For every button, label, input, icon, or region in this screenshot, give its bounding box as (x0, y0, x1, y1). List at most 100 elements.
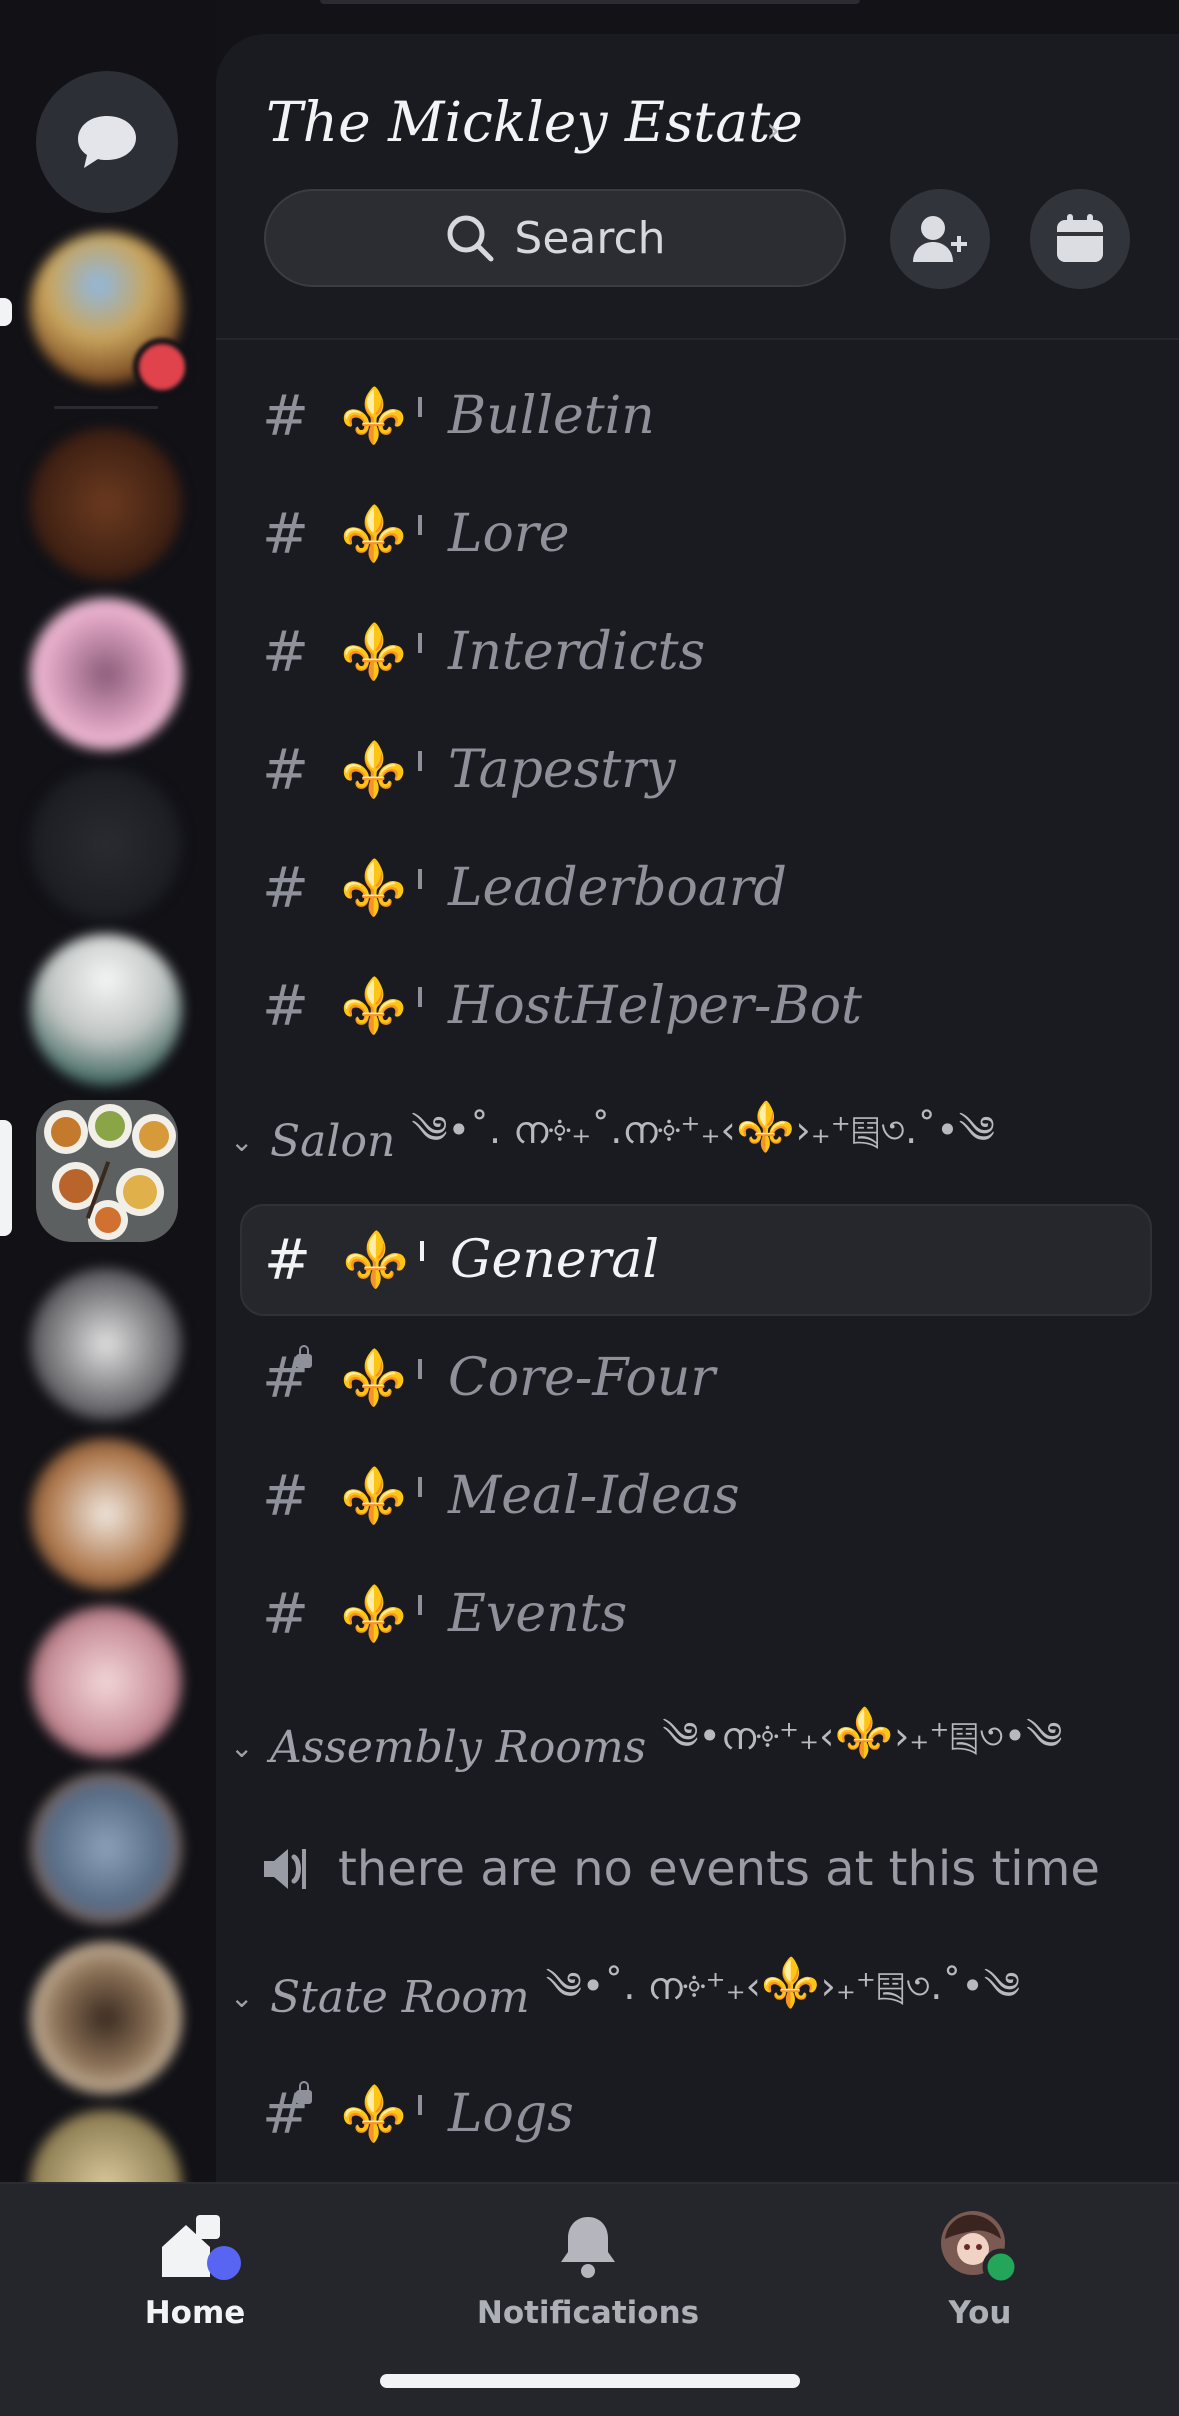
server-icon-selected[interactable] (36, 1100, 178, 1242)
channel-name: Leaderboard (448, 858, 787, 918)
fleur-de-lis-icon: ⚜️ (340, 974, 408, 1037)
hash-icon: # (262, 737, 309, 803)
channel-logs[interactable]: # ⚜️ Logs (240, 2058, 1152, 2170)
tab-home-label: Home (144, 2295, 246, 2331)
channel-name: Meal-Ideas (448, 1466, 740, 1526)
chevron-down-icon: ⌄ (230, 1980, 254, 2014)
separator-tick (418, 987, 422, 1007)
fleur-de-lis-icon: ⚜️ (340, 1582, 408, 1645)
fleur-de-lis-icon: ⚜️ (340, 1464, 408, 1527)
food-bowls-image (36, 1100, 178, 1242)
search-button[interactable]: Search (264, 189, 846, 287)
server-icon-4[interactable] (30, 768, 182, 920)
separator-tick (418, 869, 422, 889)
unread-indicator (0, 298, 12, 326)
fleur-de-lis-icon: ⚜️ (340, 2082, 408, 2145)
channel-panel: The Mickley Estate › Search # ⚜️ Bulleti… (216, 34, 1179, 2182)
channel-tapestry[interactable]: # ⚜️ Tapestry (240, 714, 1152, 826)
decoration-left: ༄•˚. ന༓⁺₊‹ (545, 1963, 761, 2008)
channel-name: Logs (448, 2084, 574, 2144)
events-button[interactable] (1030, 189, 1130, 289)
fleur-de-lis-icon: ⚜️ (340, 856, 408, 919)
home-indicator (380, 2374, 800, 2388)
server-icon-5[interactable] (30, 934, 182, 1086)
invite-members-button[interactable] (890, 189, 990, 289)
category-assembly-rooms[interactable]: ⌄ Assembly Rooms ༄•ന༓⁺₊‹⚜️›₊⁺༕৩•༄ (230, 1705, 1062, 1782)
category-state-room[interactable]: ⌄ State Room ༄•˚. ന༓⁺₊‹⚜️›₊⁺༕৩.˚•༄ (230, 1955, 1021, 2032)
chevron-right-icon: › (766, 110, 781, 151)
server-name[interactable]: The Mickley Estate (266, 90, 803, 154)
no-events-text: there are no events at this time (338, 1841, 1100, 1897)
hash-icon: # (262, 855, 309, 921)
category-decoration: ༄•ന༓⁺₊‹⚜️›₊⁺༕৩•༄ (662, 1694, 1062, 1801)
tab-you[interactable]: You (830, 2209, 1130, 2331)
server-icon-6[interactable] (30, 1268, 182, 1420)
separator-tick (420, 1241, 424, 1261)
muted-stage-icon (264, 1849, 306, 1889)
decoration-left: ༄•˚. ന༓₊˚.ന༓⁺₊‹ (411, 1107, 736, 1152)
separator-tick (418, 1595, 422, 1615)
hash-icon: # (262, 1463, 309, 1529)
separator-tick (418, 515, 422, 535)
fleur-de-lis-icon: ⚜️ (735, 1098, 796, 1155)
selected-server-indicator (0, 1120, 12, 1236)
channel-general[interactable]: # ⚜️ General (240, 1204, 1152, 1316)
server-icon-2[interactable] (30, 428, 182, 580)
add-user-icon (913, 216, 967, 262)
channel-name: Core-Four (448, 1348, 716, 1408)
chevron-down-icon: ⌄ (230, 1730, 254, 1764)
decoration-right: ›₊⁺༕৩•༄ (894, 1713, 1063, 1758)
lock-icon (296, 1344, 312, 1368)
separator-tick (418, 1359, 422, 1379)
no-events-row: there are no events at this time (260, 1829, 1100, 1909)
fleur-de-lis-icon: ⚜️ (834, 1704, 895, 1761)
category-salon[interactable]: ⌄ Salon ༄•˚. ന༓₊˚.ന༓⁺₊‹⚜️›₊⁺༕৩.˚•༄ (230, 1099, 995, 1176)
category-name: Salon (270, 1115, 396, 1167)
hash-icon: # (264, 1227, 311, 1293)
server-rail (0, 0, 215, 2262)
channel-name: HostHelper-Bot (448, 976, 862, 1036)
channel-lore[interactable]: # ⚜️ Lore (240, 478, 1152, 590)
channel-name: General (450, 1230, 660, 1290)
header-divider (216, 338, 1179, 340)
server-icon-8[interactable] (30, 1606, 182, 1758)
channel-leaderboard[interactable]: # ⚜️ Leaderboard (240, 832, 1152, 944)
chevron-down-icon: ⌄ (230, 1124, 254, 1158)
channel-name: Bulletin (448, 386, 655, 446)
server-icon-10[interactable] (30, 1942, 182, 2094)
lock-icon (296, 2080, 312, 2104)
fleur-de-lis-icon: ⚜️ (342, 1228, 410, 1291)
hash-icon: # (262, 1581, 309, 1647)
channel-hosthelper-bot[interactable]: # ⚜️ HostHelper-Bot (240, 950, 1152, 1062)
channel-core-four[interactable]: # ⚜️ Core-Four (240, 1322, 1152, 1434)
rail-divider (54, 406, 158, 409)
channel-name: Lore (448, 504, 570, 564)
tab-notifications[interactable]: Notifications (438, 2209, 738, 2331)
chat-bubble-icon (78, 116, 136, 168)
locked-hash-icon: # (262, 2080, 320, 2147)
status-notch (320, 0, 860, 4)
server-icon-3[interactable] (30, 598, 182, 750)
fleur-de-lis-icon: ⚜️ (340, 502, 408, 565)
channel-name: Interdicts (448, 622, 706, 682)
channel-meal-ideas[interactable]: # ⚜️ Meal-Ideas (240, 1440, 1152, 1552)
fleur-de-lis-icon: ⚜️ (340, 620, 408, 683)
tab-you-label: You (948, 2295, 1012, 2331)
category-decoration: ༄•˚. ന༓₊˚.ന༓⁺₊‹⚜️›₊⁺༕৩.˚•༄ (411, 1088, 995, 1195)
direct-messages-button[interactable] (36, 71, 178, 213)
fleur-de-lis-icon: ⚜️ (760, 1954, 821, 2011)
locked-hash-icon: # (262, 1344, 320, 1411)
server-icon-7[interactable] (30, 1438, 182, 1590)
channel-interdicts[interactable]: # ⚜️ Interdicts (240, 596, 1152, 708)
decoration-right: ›₊⁺༕৩.˚•༄ (820, 1963, 1021, 2008)
separator-tick (418, 751, 422, 771)
search-icon (447, 215, 494, 262)
calendar-icon (1057, 214, 1103, 262)
channel-events[interactable]: # ⚜️ Events (240, 1558, 1152, 1670)
channel-bulletin[interactable]: # ⚜️ Bulletin (240, 360, 1152, 472)
tab-home[interactable]: Home (45, 2209, 345, 2331)
tab-notifications-label: Notifications (476, 2295, 700, 2331)
server-icon-9[interactable] (30, 1772, 182, 1924)
category-name: Assembly Rooms (270, 1721, 647, 1773)
separator-tick (418, 397, 422, 417)
